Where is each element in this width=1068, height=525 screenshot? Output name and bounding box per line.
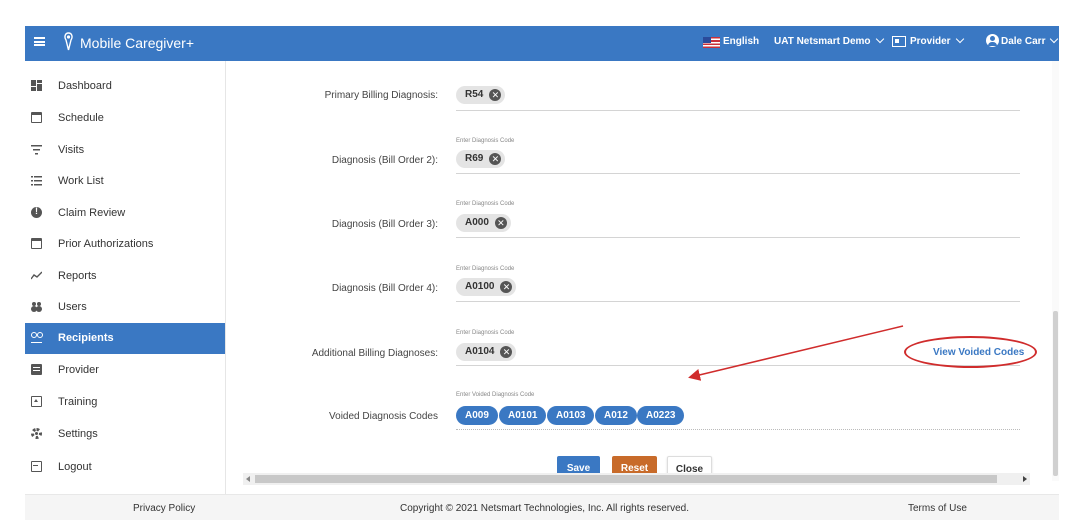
scroll-left-icon[interactable] — [246, 476, 250, 482]
privacy-policy-link[interactable]: Privacy Policy — [133, 503, 195, 514]
terms-of-use-link[interactable]: Terms of Use — [908, 503, 967, 514]
scrollbar-thumb[interactable] — [1053, 311, 1058, 476]
footer: Privacy Policy Copyright © 2021 Netsmart… — [25, 494, 1059, 520]
vertical-scrollbar[interactable] — [1052, 61, 1059, 481]
scrollbar-thumb[interactable] — [255, 475, 997, 483]
copyright-text: Copyright © 2021 Netsmart Technologies, … — [400, 503, 689, 514]
app-window: Mobile Caregiver+ English UAT Netsmart D… — [25, 26, 1059, 520]
scroll-right-icon[interactable] — [1023, 476, 1027, 482]
annotation-arrow — [688, 325, 904, 381]
horizontal-scrollbar[interactable] — [243, 473, 1030, 485]
